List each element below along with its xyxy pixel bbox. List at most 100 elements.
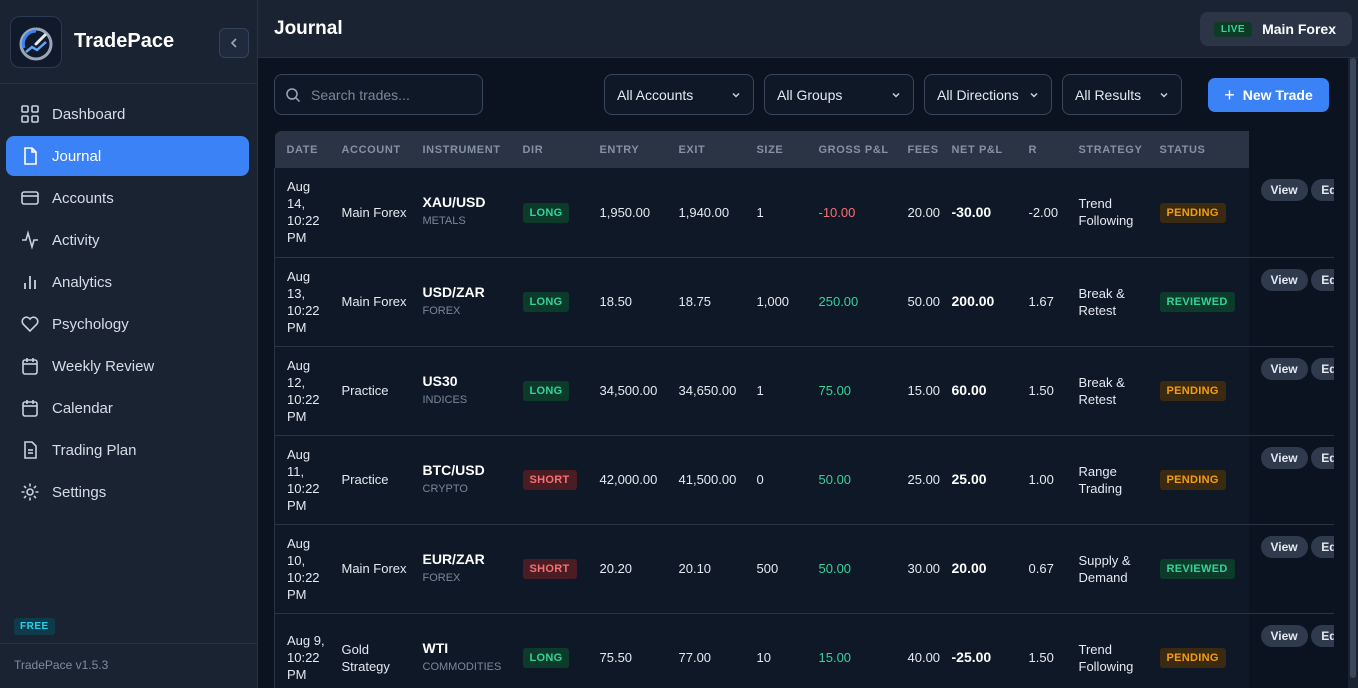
cell-instrument: BTC/USD CRYPTO — [411, 435, 511, 524]
chevron-down-icon — [892, 92, 900, 98]
view-button[interactable]: View — [1260, 268, 1308, 291]
cell-direction: LONG — [511, 346, 588, 435]
cell-gross-pnl: -10.00 — [818, 204, 856, 220]
column-header-fees[interactable]: FEES — [896, 131, 940, 168]
chevron-down-icon — [1160, 92, 1168, 98]
cell-strategy: Trend Following — [1078, 641, 1134, 674]
table-row[interactable]: Aug 14, 10:22 PM Main Forex XAU/USD METALS L… — [274, 168, 1334, 257]
column-header-size[interactable]: SIZE — [745, 131, 807, 168]
scrollbar[interactable] — [1348, 58, 1358, 688]
select-value: All Accounts — [617, 86, 694, 103]
edit-button[interactable]: Ed — [1311, 357, 1334, 380]
column-header-net-pnl[interactable]: NET P&L — [940, 131, 1017, 168]
column-header-dir[interactable]: DIR — [511, 131, 588, 168]
sidebar-item-analytics[interactable]: Analytics — [6, 262, 249, 302]
account-switcher[interactable]: LIVE Main Forex — [1199, 12, 1352, 46]
view-button[interactable]: View — [1260, 535, 1308, 558]
column-header-date[interactable]: DATE — [275, 131, 330, 168]
view-button[interactable]: View — [1260, 357, 1308, 380]
table-row[interactable]: Aug 13, 10:22 PM Main Forex USD/ZAR FOREX LO… — [274, 257, 1334, 346]
sidebar-item-label: Psychology — [52, 315, 129, 333]
view-button[interactable]: View — [1260, 179, 1308, 201]
cell-size: 500 — [756, 561, 779, 576]
edit-button[interactable]: Ed — [1311, 268, 1334, 291]
trades-table: DATE ACCOUNT INSTRUMENT DIR ENTRY EXIT S… — [274, 131, 1334, 688]
edit-button[interactable]: Ed — [1311, 624, 1334, 647]
instrument-symbol: EUR/ZAR — [422, 550, 485, 567]
instrument-symbol: WTI — [422, 639, 449, 656]
directions-filter-select[interactable]: All Directions — [924, 74, 1052, 115]
column-header-strategy[interactable]: STRATEGY — [1067, 131, 1148, 168]
column-header-instrument[interactable]: INSTRUMENT — [411, 131, 511, 168]
sidebar-item-journal[interactable]: Journal — [6, 136, 249, 176]
sidebar-item-weekly-review[interactable]: Weekly Review — [6, 346, 249, 386]
cell-entry: 42,000.00 — [599, 472, 658, 487]
cell-size: 10 — [756, 650, 771, 665]
column-header-status[interactable]: STATUS — [1148, 131, 1249, 168]
search-input[interactable] — [311, 86, 471, 103]
collapse-sidebar-button[interactable] — [219, 28, 249, 58]
cell-r: -2.00 — [1028, 204, 1059, 220]
cell-net-pnl: 200.00 — [951, 293, 995, 309]
select-value: All Groups — [777, 86, 843, 103]
cell-strategy: Supply & Demand — [1078, 552, 1131, 585]
plus-icon: + — [1224, 85, 1235, 105]
cell-strategy: Break & Retest — [1078, 374, 1125, 407]
sidebar-item-calendar[interactable]: Calendar — [6, 388, 249, 428]
view-button[interactable]: View — [1260, 446, 1308, 469]
sidebar-item-label: Accounts — [52, 189, 114, 207]
sidebar-item-activity[interactable]: Activity — [6, 220, 249, 260]
sidebar-item-dashboard[interactable]: Dashboard — [6, 94, 249, 134]
edit-button[interactable]: Ed — [1311, 179, 1334, 201]
cell-account: Gold Strategy — [341, 641, 390, 674]
groups-filter-select[interactable]: All Groups — [764, 74, 914, 115]
cell-entry: 1,950.00 — [599, 204, 651, 220]
cell-exit: 41,500.00 — [678, 472, 737, 487]
logo[interactable] — [10, 15, 62, 68]
cell-fees: 50.00 — [907, 294, 941, 309]
cell-strategy: Range Trading — [1078, 463, 1123, 496]
view-button[interactable]: View — [1260, 624, 1308, 647]
cell-exit: 1,940.00 — [678, 204, 730, 220]
current-account-name: Main Forex — [1262, 21, 1336, 37]
app-name: TradePace — [74, 30, 175, 52]
sidebar-item-psychology[interactable]: Psychology — [6, 304, 249, 344]
cell-instrument: US30 INDICES — [411, 346, 511, 435]
sidebar-item-settings[interactable]: Settings — [6, 472, 249, 512]
sidebar-item-label: Calendar — [52, 399, 113, 417]
page-title: Journal — [274, 17, 343, 39]
cell-r: 1.67 — [1028, 294, 1054, 309]
cell-account: Practice — [341, 472, 389, 487]
new-trade-button[interactable]: + New Trade — [1208, 78, 1329, 112]
table-row[interactable]: Aug 11, 10:22 PM Practice BTC/USD CRYPTO SHO… — [274, 435, 1334, 524]
scrollbar-thumb[interactable] — [1350, 58, 1356, 678]
chevron-left-icon — [230, 38, 237, 48]
instrument-category: CRYPTO — [422, 482, 468, 495]
column-header-gross-pnl[interactable]: GROSS P&L — [807, 131, 896, 168]
accounts-filter-select[interactable]: All Accounts — [604, 74, 754, 115]
table-row[interactable]: Aug 9, 10:22 PM Gold Strategy WTI COMMODITI… — [274, 613, 1334, 688]
results-filter-select[interactable]: All Results — [1062, 74, 1182, 115]
table-row[interactable]: Aug 10, 10:22 PM Main Forex EUR/ZAR FOREX SH… — [274, 524, 1334, 613]
cell-direction: LONG — [511, 168, 588, 257]
sidebar-item-trading-plan[interactable]: Trading Plan — [6, 430, 249, 470]
cell-account: Practice — [341, 383, 389, 398]
table-row[interactable]: Aug 12, 10:22 PM Practice US30 INDICES LONG 3… — [274, 346, 1334, 435]
cell-r: 1.00 — [1028, 472, 1054, 487]
sidebar-item-accounts[interactable]: Accounts — [6, 178, 249, 218]
edit-button[interactable]: Ed — [1311, 535, 1334, 558]
column-header-exit[interactable]: EXIT — [667, 131, 745, 168]
instrument-category: METALS — [422, 215, 466, 228]
column-header-account[interactable]: ACCOUNT — [330, 131, 411, 168]
pulse-icon — [20, 230, 40, 250]
select-value: All Results — [1075, 86, 1142, 103]
cell-net-pnl: -25.00 — [951, 649, 992, 665]
table-header-row: DATE ACCOUNT INSTRUMENT DIR ENTRY EXIT S… — [274, 131, 1334, 168]
cell-entry: 18.50 — [599, 294, 633, 309]
column-header-r[interactable]: R — [1017, 131, 1067, 168]
search-box[interactable] — [274, 74, 483, 115]
edit-button[interactable]: Ed — [1311, 446, 1334, 469]
column-header-entry[interactable]: ENTRY — [588, 131, 667, 168]
live-badge: LIVE — [1213, 21, 1253, 37]
cell-direction: SHORT — [511, 435, 588, 524]
